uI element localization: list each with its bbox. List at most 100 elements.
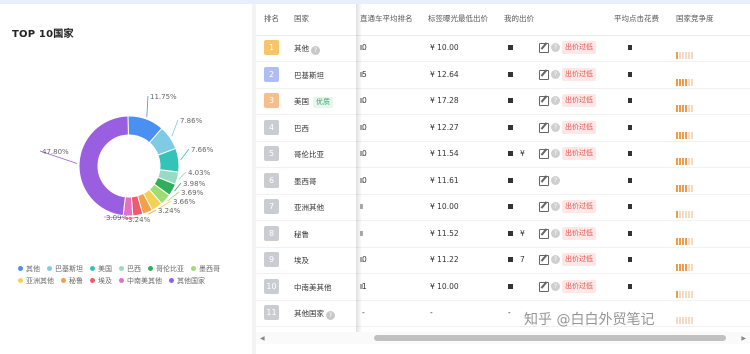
my-bid: 7 (520, 255, 525, 264)
legend-item[interactable]: 其他国家 (169, 275, 205, 287)
edit-icon[interactable] (539, 228, 549, 239)
leader-line-1 (171, 119, 179, 137)
edit-icon[interactable] (539, 149, 549, 159)
competition-bar (676, 158, 678, 165)
competition-bar (688, 131, 690, 139)
competition-bar (682, 317, 684, 324)
competition-bar (679, 52, 681, 59)
donut-chart: 11.75%7.86%7.66%4.03%3.98%3.69%3.66%3.24… (39, 93, 214, 224)
redacted-bid (508, 230, 513, 236)
legend-dot (169, 278, 174, 283)
min-bid: ¥ 11.54 (430, 149, 459, 158)
bid-help-icon[interactable]: ? (551, 149, 560, 158)
column-header[interactable]: 国家竞争度 (676, 13, 714, 24)
bid-help-icon[interactable]: ? (551, 202, 560, 211)
competition-bar (679, 237, 681, 245)
scroll-right-icon[interactable]: ▶ (741, 335, 746, 342)
table-row: 7 亚洲其他 ¥ 10.00? 出价过低 (256, 194, 750, 221)
rank-badge: 5 (264, 146, 279, 161)
table-header: 排名 国家 直通车平均排名 标签曝光最低出价 我的出价 平均点击花费 国家竞争度 (256, 4, 750, 36)
legend-item[interactable]: 巴西 (119, 263, 141, 275)
bid-help-icon[interactable]: ? (551, 228, 560, 238)
competition-bar (676, 290, 678, 298)
horizontal-scrollbar[interactable]: ◀ ▶ (256, 332, 750, 344)
legend-item[interactable]: 埃及 (90, 275, 112, 287)
table-row: 5 哥伦比亚 0 ¥ 11.54 ¥? 出价过低 (256, 141, 750, 168)
country-name: 埃及 (294, 256, 309, 265)
table-row: 8 秘鲁 ¥ 11.52 ¥? 出价过低 (256, 221, 750, 248)
competition-bar (676, 78, 678, 86)
column-header[interactable]: 平均点击花费 (614, 13, 659, 24)
competition-meter (676, 203, 694, 218)
scrollbar-thumb[interactable] (374, 335, 726, 341)
slice-label-5: 3.69% (181, 189, 204, 197)
column-header[interactable]: 排名 (264, 13, 279, 24)
help-icon[interactable]: ? (311, 46, 320, 55)
legend-item[interactable]: 其他 (18, 263, 40, 275)
column-header[interactable]: 我的出价 (504, 13, 534, 24)
legend-item[interactable]: 美国 (90, 263, 112, 275)
competition-bar (688, 78, 690, 86)
donut-slice-10[interactable] (78, 115, 129, 217)
competition-bar (691, 131, 693, 139)
legend-item[interactable]: 巴基斯坦 (47, 263, 83, 275)
bid-help-icon[interactable]: ? (551, 122, 560, 132)
rank-badge: 4 (264, 119, 279, 135)
column-header[interactable]: 标签曝光最低出价 (428, 13, 488, 24)
help-icon[interactable]: ? (326, 311, 335, 320)
redacted-bid (508, 257, 513, 262)
competition-bar (685, 264, 687, 271)
competition-meter (676, 44, 694, 59)
slice-label-0: 11.75% (150, 93, 177, 101)
country-name: 亚洲其他 (294, 203, 324, 212)
min-bid: - (430, 308, 433, 317)
edit-icon[interactable] (539, 69, 549, 80)
redacted-cpc (628, 230, 632, 236)
redacted-bid (508, 151, 513, 156)
bid-too-low-tag: 出价过低 (562, 200, 596, 213)
bid-help-icon[interactable]: ? (551, 175, 560, 185)
bid-help-icon[interactable]: ? (551, 281, 560, 291)
competition-bar (679, 290, 681, 298)
edit-icon[interactable] (539, 175, 549, 186)
competition-bar (682, 237, 684, 245)
bid-too-low-tag: 出价过低 (562, 253, 596, 266)
country-table: 排名 国家 直通车平均排名 标签曝光最低出价 我的出价 平均点击花费 国家竞争度 1 其他? 0… (256, 4, 750, 354)
edit-icon[interactable] (539, 96, 549, 106)
table-row: 10 中南美其他 1 ¥ 10.00? 出价过低 (256, 274, 750, 301)
competition-bar (691, 78, 693, 86)
competition-bar (685, 184, 687, 192)
column-header[interactable]: 国家 (294, 13, 309, 24)
edit-icon[interactable] (539, 202, 549, 212)
competition-bar (688, 290, 690, 298)
bid-help-icon[interactable]: ? (551, 69, 560, 79)
legend-item[interactable]: 墨西哥 (191, 263, 220, 275)
competition-bar (679, 317, 681, 324)
edit-icon[interactable] (539, 281, 549, 292)
edit-icon[interactable] (539, 255, 549, 265)
redacted-cpc (628, 124, 632, 130)
bid-help-icon[interactable]: ? (551, 43, 560, 52)
competition-bar (691, 290, 693, 298)
bid-help-icon[interactable]: ? (551, 255, 560, 264)
column-header[interactable]: 直通车平均排名 (360, 13, 413, 24)
table-row: 4 巴西 0 ¥ 12.27? 出价过低 (256, 115, 750, 142)
edit-icon[interactable] (539, 122, 549, 133)
legend-dot (148, 266, 153, 271)
slice-label-7: 3.24% (158, 207, 181, 215)
scroll-left-icon[interactable]: ◀ (260, 335, 265, 342)
legend-item[interactable]: 中南美其他 (119, 275, 162, 287)
competition-bar (676, 237, 678, 245)
bid-help-icon[interactable]: ? (551, 96, 560, 105)
legend-item[interactable]: 亚洲其他 (18, 275, 54, 287)
legend-item[interactable]: 哥伦比亚 (148, 263, 184, 275)
edit-icon[interactable] (539, 43, 549, 53)
competition-bar (676, 131, 678, 139)
slice-label-10: 47.80% (42, 148, 69, 156)
competition-meter (676, 230, 694, 245)
country-name: 其他国家? (294, 308, 335, 320)
legend-item[interactable]: 秘鲁 (61, 275, 83, 287)
competition-bar (676, 264, 678, 271)
country-name: 其他? (294, 43, 320, 55)
redacted-cpc (628, 98, 632, 103)
